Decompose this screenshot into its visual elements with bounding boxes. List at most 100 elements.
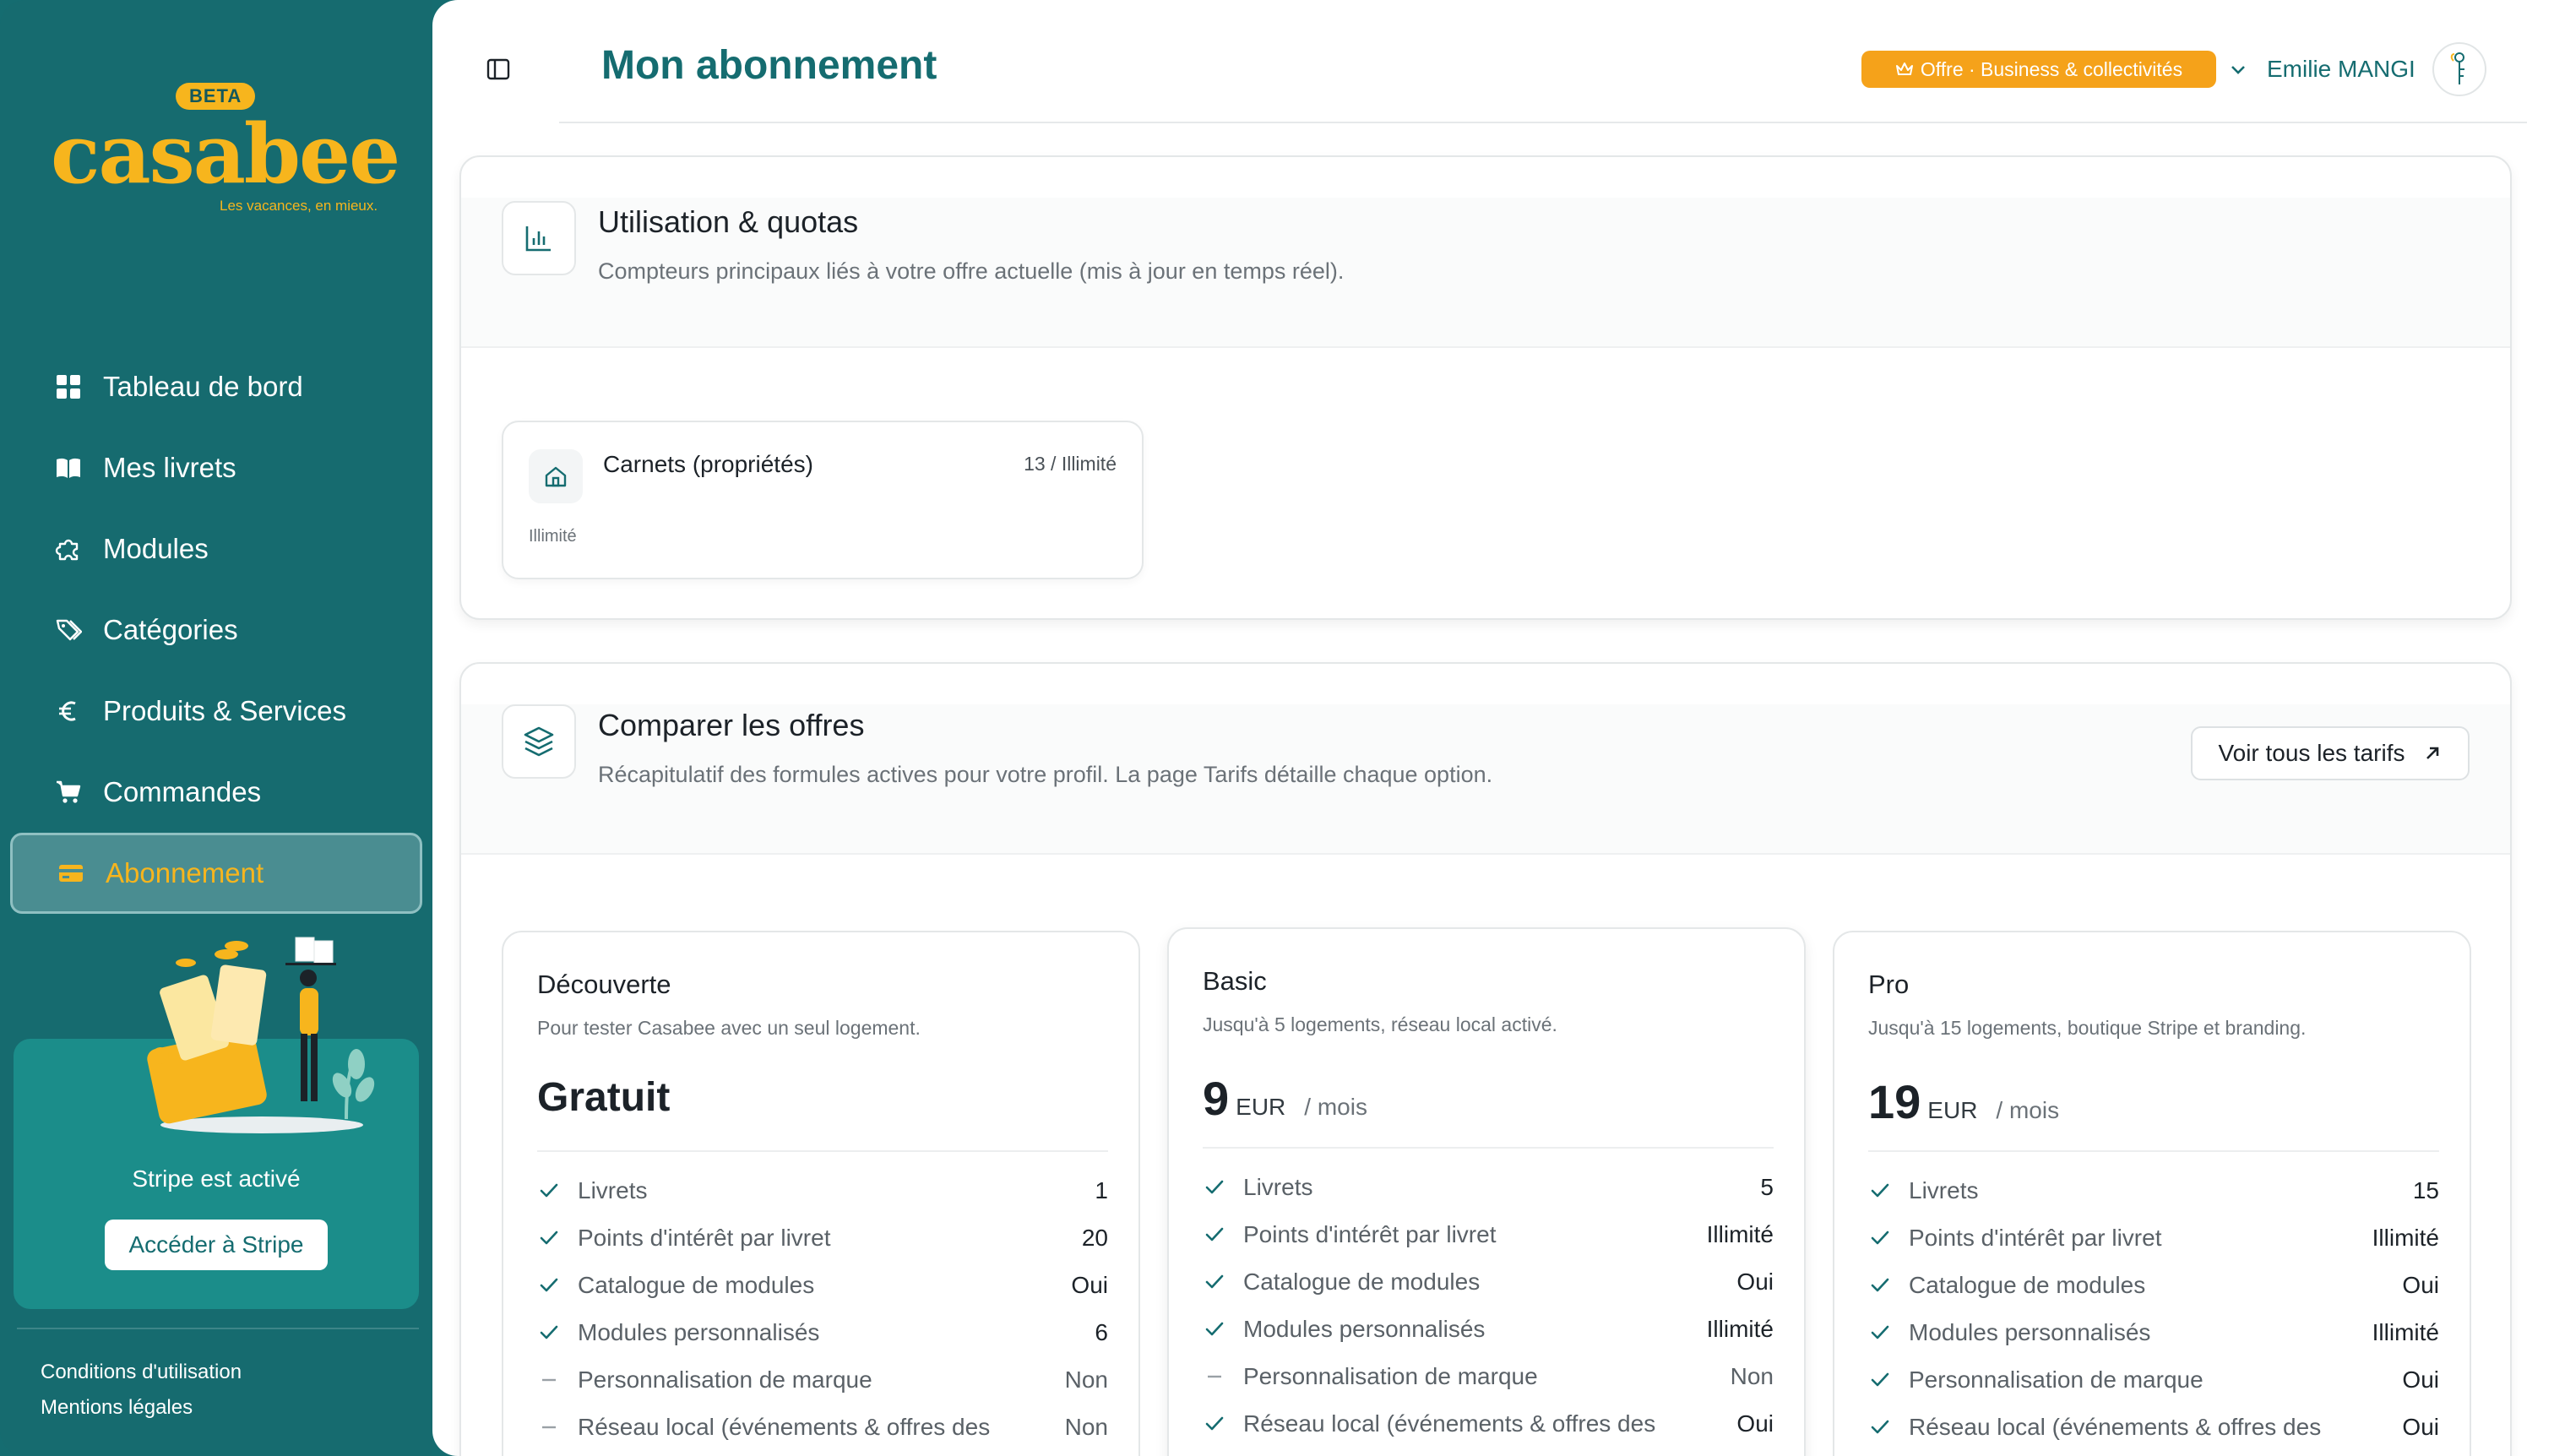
check-icon: [1868, 1415, 1892, 1439]
topbar-divider: [559, 122, 2527, 123]
feature-label: Catalogue de modules: [1909, 1272, 2146, 1298]
plan-price: 19 EUR / mois: [1868, 1074, 2059, 1129]
sidebar-item-label: Abonnement: [106, 857, 264, 888]
feature-row: Réseau local (événements & offres des Oui: [1203, 1400, 1774, 1448]
feature-row: Personnalisation de marque Oui: [1868, 1356, 2439, 1404]
plan-price: 9 EUR / mois: [1203, 1071, 1367, 1126]
crown-icon: [1895, 62, 1913, 75]
compare-subtitle: Récapitulatif des formules actives pour …: [598, 762, 1493, 787]
feature-value: 1: [1095, 1177, 1108, 1203]
feature-value: Oui: [2402, 1414, 2439, 1440]
feature-label: Catalogue de modules: [578, 1272, 815, 1298]
feature-label: Catalogue de modules: [1243, 1269, 1481, 1295]
feature-value: 20: [1081, 1225, 1108, 1251]
feature-label: Réseau local (événements & offres des: [1243, 1410, 1656, 1437]
check-icon: [1868, 1321, 1892, 1345]
feature-label: Livrets: [1909, 1177, 1979, 1203]
key-logo-icon: [2450, 52, 2464, 84]
sidebar-item-products[interactable]: Produits & Services: [10, 671, 422, 752]
feature-row: Personnalisation de marque Non: [1203, 1353, 1774, 1400]
plan-features: Livrets 15 Points d'intérêt par livret Illi…: [1868, 1167, 2439, 1451]
current-plan-label: Offre · Business & collectivités: [1920, 57, 2183, 80]
check-icon: [1868, 1226, 1892, 1250]
compare-card-header: Comparer les offres Récapitulatif des fo…: [461, 704, 2510, 855]
feature-value: Oui: [2402, 1366, 2439, 1393]
terms-link[interactable]: Conditions d'utilisation: [41, 1355, 242, 1390]
feature-row: Points d'intérêt par livret Illimité: [1203, 1211, 1774, 1258]
feature-value: Oui: [1736, 1410, 1774, 1437]
plan-description: Pour tester Casabee avec un seul logemen…: [537, 1017, 921, 1039]
feature-row: Catalogue de modules Oui: [1868, 1262, 2439, 1309]
plan-card-basic: Basic Jusqu'à 5 logements, réseau local …: [1167, 927, 1806, 1456]
quota-value: 13 / Illimité: [1024, 453, 1117, 475]
dashboard-grid-icon: [54, 372, 83, 401]
sidebar-item-dashboard[interactable]: Tableau de bord: [10, 346, 422, 427]
check-icon: [1868, 1368, 1892, 1392]
feature-row: Personnalisation de marque Non: [537, 1356, 1108, 1404]
compare-title: Comparer les offres: [598, 708, 865, 742]
sidebar: BETA casabee Les vacances, en mieux. Tab…: [0, 0, 432, 1456]
chevron-down-icon: [2231, 66, 2245, 74]
feature-label: Réseau local (événements & offres des: [1909, 1414, 2322, 1440]
feature-value: Illimité: [1706, 1316, 1774, 1342]
feature-label: Modules personnalisés: [1243, 1316, 1486, 1342]
feature-row: Livrets 1: [537, 1167, 1108, 1214]
dash-icon: [537, 1368, 561, 1392]
feature-label: Points d'intérêt par livret: [1909, 1225, 2162, 1251]
sidebar-toggle-icon[interactable]: [486, 57, 510, 81]
dash-icon: [537, 1415, 561, 1439]
bar-chart-icon: [502, 201, 576, 275]
open-stripe-button[interactable]: Accéder à Stripe: [105, 1220, 328, 1270]
feature-label: Livrets: [1243, 1174, 1313, 1200]
sidebar-item-subscription[interactable]: Abonnement: [10, 833, 422, 914]
user-menu[interactable]: Emilie MANGI: [2228, 49, 2415, 90]
quota-card: Carnets (propriétés) 13 / Illimité Illim…: [502, 421, 1144, 579]
feature-label: Personnalisation de marque: [1243, 1363, 1538, 1389]
logo-tagline: Les vacances, en mieux.: [220, 198, 378, 214]
feature-value: 5: [1760, 1174, 1774, 1200]
usage-subtitle: Compteurs principaux liés à votre offre …: [598, 258, 1345, 284]
sidebar-item-label: Mes livrets: [103, 452, 236, 483]
payment-illustration: [147, 937, 375, 1133]
price-currency: EUR: [1927, 1097, 1978, 1123]
check-icon: [537, 1179, 561, 1203]
price-amount: 9: [1203, 1072, 1230, 1125]
check-icon: [1203, 1317, 1226, 1341]
plan-description: Jusqu'à 15 logements, boutique Stripe et…: [1868, 1017, 2307, 1039]
brand-logo[interactable]: BETA casabee Les vacances, en mieux.: [51, 81, 400, 225]
feature-row: Points d'intérêt par livret Illimité: [1868, 1214, 2439, 1262]
price-period: / mois: [1996, 1097, 2060, 1123]
plan-features: Livrets 1 Points d'intérêt par livret 20 Cat…: [537, 1167, 1108, 1451]
check-icon: [1868, 1274, 1892, 1297]
feature-label: Réseau local (événements & offres des: [578, 1414, 991, 1440]
view-pricing-button[interactable]: Voir tous les tarifs: [2191, 726, 2470, 780]
plan-description: Jusqu'à 5 logements, réseau local activé…: [1203, 1013, 1557, 1035]
topbar: Mon abonnement Offre · Business & collec…: [432, 0, 2554, 123]
feature-value: Non: [1730, 1363, 1774, 1389]
page-title: Mon abonnement: [601, 43, 937, 88]
avatar[interactable]: [2432, 42, 2486, 96]
plan-features: Livrets 5 Points d'intérêt par livret Illim…: [1203, 1164, 1774, 1448]
price-currency: EUR: [1236, 1094, 1286, 1120]
quota-footnote: Illimité: [529, 527, 577, 546]
price-period: / mois: [1304, 1094, 1367, 1120]
check-icon: [537, 1226, 561, 1250]
feature-value: Illimité: [2372, 1319, 2439, 1345]
sidebar-item-categories[interactable]: Catégories: [10, 589, 422, 671]
check-icon: [537, 1274, 561, 1297]
stripe-status-text: Stripe est activé: [132, 1165, 301, 1192]
feature-row: Réseau local (événements & offres des Oui: [1868, 1404, 2439, 1451]
sidebar-item-livrets[interactable]: Mes livrets: [10, 427, 422, 508]
plan-divider: [1868, 1150, 2439, 1152]
feature-row: Réseau local (événements & offres des Non: [537, 1404, 1108, 1451]
check-icon: [1203, 1223, 1226, 1247]
feature-label: Points d'intérêt par livret: [578, 1225, 831, 1251]
sidebar-item-orders[interactable]: Commandes: [10, 752, 422, 833]
sidebar-nav: Tableau de bord Mes livrets Modules Caté…: [10, 346, 422, 914]
sidebar-item-modules[interactable]: Modules: [10, 508, 422, 589]
feature-value: Non: [1064, 1366, 1108, 1393]
euro-icon: [54, 697, 83, 725]
sidebar-footer: Conditions d'utilisation Mentions légale…: [41, 1355, 242, 1426]
dash-icon: [1203, 1365, 1226, 1388]
legal-link[interactable]: Mentions légales: [41, 1390, 242, 1426]
